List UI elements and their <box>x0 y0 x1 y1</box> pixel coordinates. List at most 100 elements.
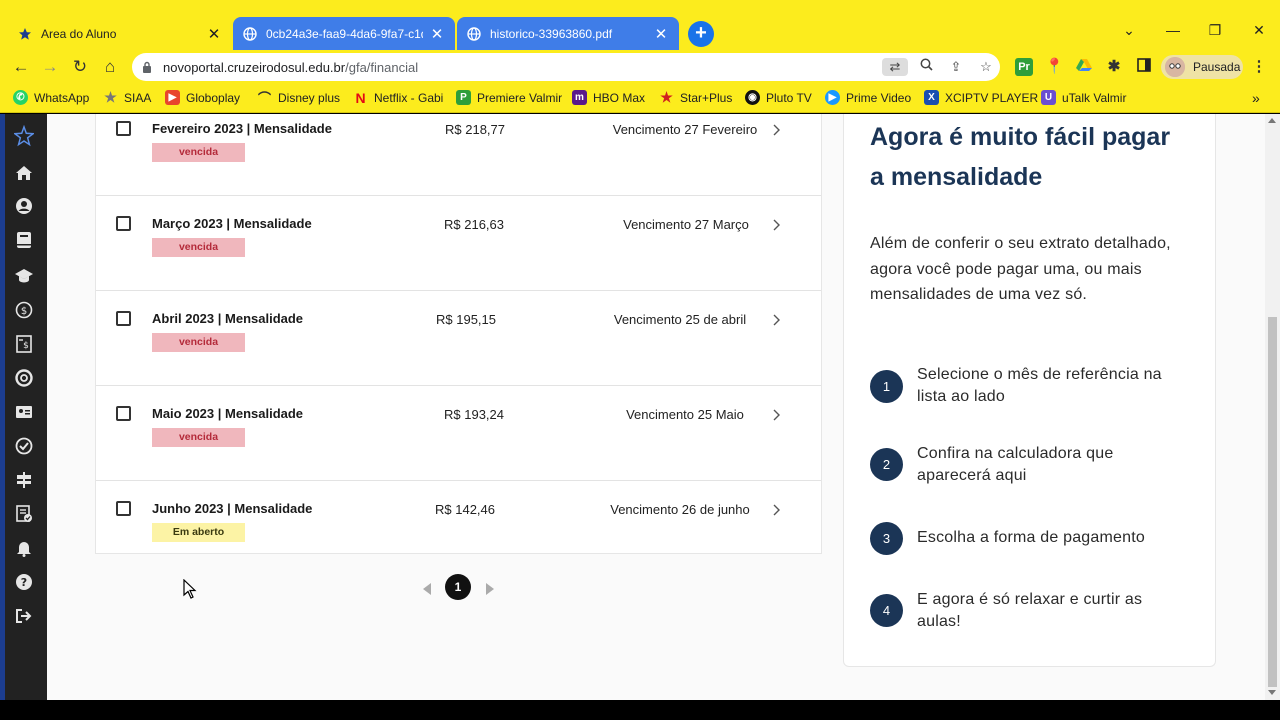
check-circle-icon[interactable] <box>14 436 34 456</box>
pin-extension-icon[interactable]: 📍 <box>1045 58 1064 76</box>
id-card-icon[interactable] <box>14 402 34 422</box>
star-icon: ★ <box>660 89 673 105</box>
reload-button[interactable]: ↻ <box>69 56 91 78</box>
tab-title: historico-33963860.pdf <box>490 26 613 41</box>
tab-title: 0cb24a3e-faa9-4da6-9fa7-c1dc9 <box>266 26 423 41</box>
browser-toolbar: ← → ↻ ⌂ novoportal.cruzeirodosul.edu.br/… <box>0 50 1280 84</box>
installment-checkbox[interactable] <box>116 501 131 516</box>
tab-title: Area do Aluno <box>41 26 117 41</box>
step-text: Confira na calculadora que aparecerá aqu… <box>917 445 1114 484</box>
installment-checkbox[interactable] <box>116 311 131 326</box>
book-icon[interactable] <box>14 230 34 250</box>
tab-uuid[interactable]: 0cb24a3e-faa9-4da6-9fa7-c1dc9 ✕ <box>233 17 455 50</box>
lock-icon[interactable] <box>142 60 152 78</box>
chevron-right-icon[interactable] <box>770 124 782 136</box>
chevron-right-icon[interactable] <box>770 314 782 326</box>
step-number: 2 <box>870 448 903 481</box>
installment-row[interactable]: Junho 2023 | Mensalidade Em aberto R$ 14… <box>96 481 821 554</box>
logo-icon[interactable] <box>14 125 34 147</box>
installment-row[interactable]: Abril 2023 | Mensalidade vencida R$ 195,… <box>96 291 821 386</box>
tab-close-icon[interactable]: ✕ <box>206 25 222 43</box>
pagination-next-button[interactable] <box>486 583 494 595</box>
page-scrollbar[interactable] <box>1265 114 1280 700</box>
help-icon[interactable]: ? <box>14 572 34 592</box>
chevron-right-icon[interactable] <box>770 504 782 516</box>
new-tab-button[interactable]: + <box>688 21 714 47</box>
signpost-icon[interactable] <box>14 470 34 490</box>
invoice-icon[interactable]: $ <box>14 334 34 354</box>
bookmark-globoplay[interactable]: ▶ Globoplay <box>165 90 240 105</box>
bookmark-whatsapp[interactable]: ✆ WhatsApp <box>13 90 89 105</box>
profile-status: Pausada <box>1193 60 1241 74</box>
siaa-icon: ★ <box>104 89 117 105</box>
bookmark-hbo[interactable]: m HBO Max <box>572 90 645 105</box>
installment-amount: R$ 195,15 <box>436 312 496 327</box>
star-favicon-icon <box>18 27 32 41</box>
scrollbar-thumb[interactable] <box>1268 317 1277 687</box>
side-panel-icon[interactable] <box>1135 58 1153 76</box>
bookmark-disney[interactable]: ⌒ Disney plus <box>257 90 340 107</box>
sidebar-accent <box>0 114 5 700</box>
logout-icon[interactable] <box>14 606 34 626</box>
tab-close-icon[interactable]: ✕ <box>653 25 669 43</box>
bookmarks-bar: ✆ WhatsApp ★ SIAA ▶ Globoplay ⌒ Disney plus … <box>0 84 1280 113</box>
document-check-icon[interactable] <box>14 504 34 524</box>
home-button[interactable]: ⌂ <box>99 56 121 78</box>
graduation-cap-icon[interactable] <box>14 266 34 286</box>
support-icon[interactable] <box>14 368 34 388</box>
dollar-icon[interactable]: $ <box>14 300 34 320</box>
netflix-icon: N <box>355 89 366 106</box>
translate-icon[interactable]: ⇄ <box>882 58 908 76</box>
user-icon[interactable] <box>14 196 34 216</box>
pagination-page-button[interactable]: 1 <box>445 574 471 600</box>
installment-checkbox[interactable] <box>116 121 131 136</box>
tab-area-do-aluno[interactable]: Area do Aluno ✕ <box>8 17 232 50</box>
back-button[interactable]: ← <box>10 56 32 78</box>
disney-icon: ⌒ <box>257 91 271 106</box>
restore-button[interactable]: ❐ <box>1205 22 1225 39</box>
pagination-prev-button[interactable] <box>423 583 431 595</box>
share-icon[interactable]: ⇪ <box>947 58 965 76</box>
bookmarks-overflow-icon[interactable]: » <box>1252 90 1260 106</box>
installment-checkbox[interactable] <box>116 406 131 421</box>
bookmark-star-icon[interactable]: ☆ <box>977 58 995 76</box>
status-badge: Em aberto <box>152 523 245 542</box>
minimize-button[interactable]: — <box>1163 22 1183 38</box>
installment-row[interactable]: Março 2023 | Mensalidade vencida R$ 216,… <box>96 196 821 291</box>
tab-search-chevron-icon[interactable]: ⌄ <box>1119 22 1139 39</box>
bookmark-premiere[interactable]: P Premiere Valmir <box>456 90 562 105</box>
tab-historico-pdf[interactable]: historico-33963860.pdf ✕ <box>457 17 679 50</box>
scroll-down-arrow-icon[interactable] <box>1268 690 1276 695</box>
bookmark-siaa[interactable]: ★ SIAA <box>103 89 151 105</box>
installment-row[interactable]: Maio 2023 | Mensalidade vencida R$ 193,2… <box>96 386 821 481</box>
bell-icon[interactable] <box>14 538 34 558</box>
installment-row[interactable]: Fevereiro 2023 | Mensalidade vencida R$ … <box>96 114 821 196</box>
forward-button[interactable]: → <box>39 56 61 78</box>
browser-menu-icon[interactable]: ⋮ <box>1250 58 1268 76</box>
address-bar[interactable]: novoportal.cruzeirodosul.edu.br/gfa/fina… <box>132 53 1000 81</box>
profile-chip[interactable]: Pausada <box>1161 55 1243 79</box>
installment-due-date: Vencimento 25 Maio <box>626 407 744 422</box>
installment-checkbox[interactable] <box>116 216 131 231</box>
scroll-up-arrow-icon[interactable] <box>1268 118 1276 123</box>
bookmark-netflix[interactable]: N Netflix - Gabi <box>353 89 443 106</box>
bookmark-utalk[interactable]: UuTalk Valmir <box>1041 90 1126 105</box>
sidebar: $ $ ? <box>0 114 47 700</box>
bookmark-prime[interactable]: ▶ Prime Video <box>825 90 911 105</box>
chevron-right-icon[interactable] <box>770 409 782 421</box>
mouse-cursor-icon <box>183 579 197 599</box>
home-icon[interactable] <box>14 163 34 183</box>
bookmark-pluto[interactable]: ◉ Pluto TV <box>745 90 812 105</box>
premiere-extension-icon[interactable]: Pr <box>1015 58 1033 76</box>
drive-extension-icon[interactable] <box>1075 58 1093 76</box>
bookmark-starplus[interactable]: ★ Star+Plus <box>659 89 732 105</box>
bookmark-xciptv[interactable]: X XCIPTV PLAYER <box>924 90 1038 105</box>
extensions-puzzle-icon[interactable]: ✱ <box>1105 58 1123 76</box>
chevron-right-icon[interactable] <box>770 219 782 231</box>
step-number: 1 <box>870 370 903 403</box>
zoom-icon[interactable] <box>917 58 935 76</box>
screen-bottom-edge <box>0 700 1280 720</box>
close-window-button[interactable]: ✕ <box>1249 22 1269 39</box>
tab-close-icon[interactable]: ✕ <box>429 25 445 43</box>
hbo-icon: m <box>572 90 587 105</box>
